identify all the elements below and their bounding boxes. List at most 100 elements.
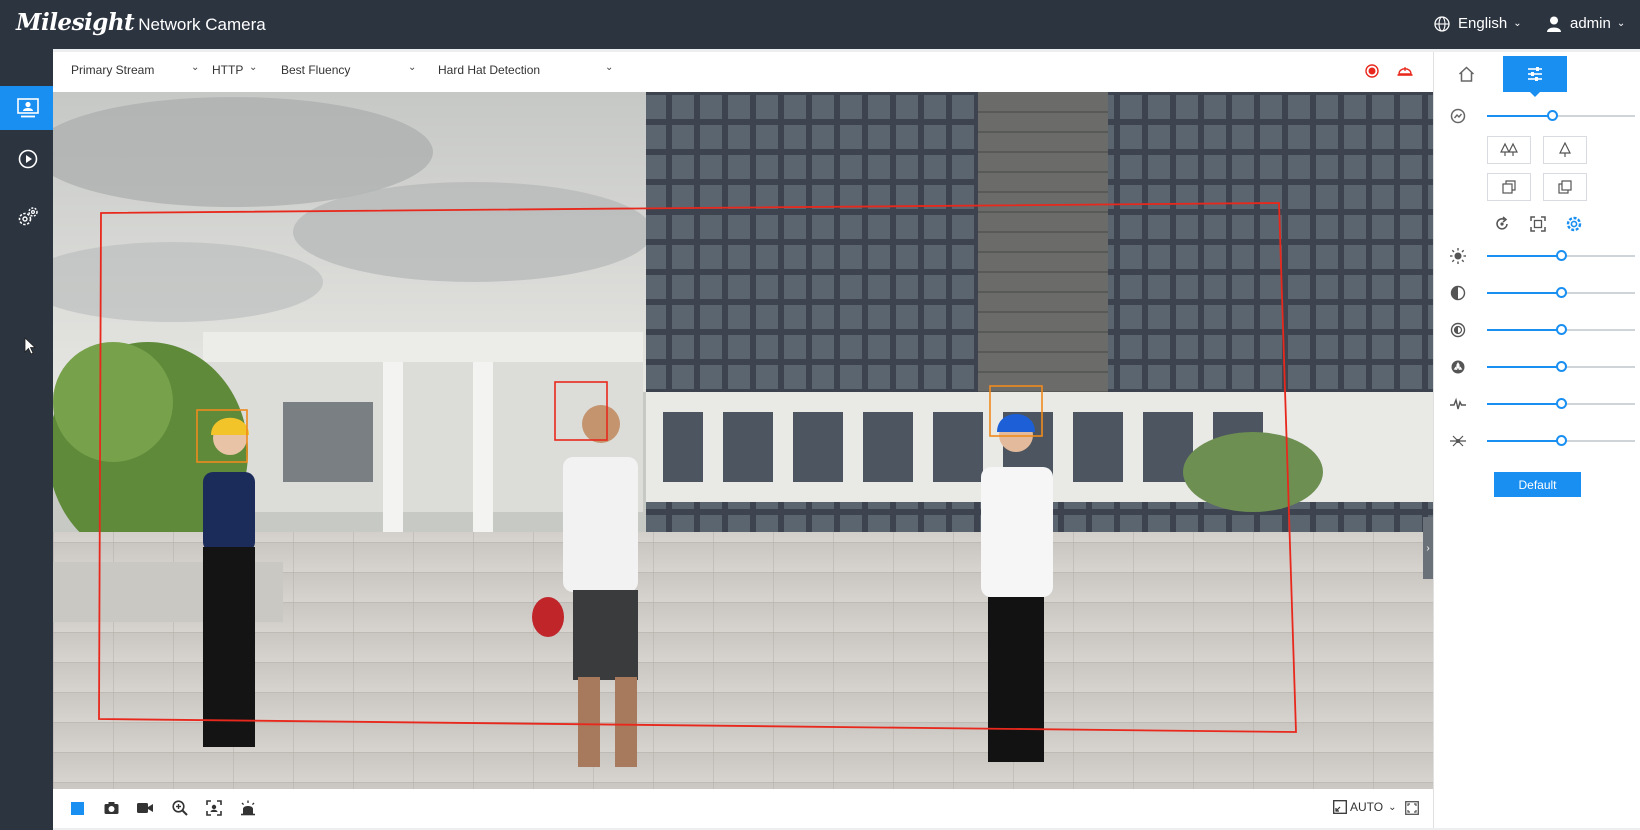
- brand-logo: Milesight: [16, 9, 135, 36]
- detection-select[interactable]: Hard Hat Detection ⌄: [438, 62, 618, 77]
- tab-image-adjust[interactable]: [1503, 56, 1567, 92]
- zoom-slider[interactable]: [1450, 106, 1635, 126]
- trees-wide-icon: [1500, 142, 1518, 156]
- tree-tele-icon: [1559, 142, 1571, 157]
- record-icon[interactable]: [1365, 64, 1379, 78]
- chevron-down-icon: ⌄: [1616, 18, 1626, 29]
- stream-toolbar: Primary Stream ⌄ HTTP ⌄ Best Fluency ⌄ H…: [53, 52, 1433, 92]
- slider-knob[interactable]: [1547, 110, 1558, 121]
- chevron-down-icon: ⌄: [1513, 18, 1522, 29]
- slider-knob[interactable]: [1556, 250, 1567, 261]
- slider-fill: [1487, 329, 1561, 331]
- slider-track: [1487, 110, 1635, 121]
- monitor-icon: [16, 98, 39, 118]
- slider-track: [1487, 361, 1635, 372]
- sidebar: [0, 49, 55, 830]
- slider-track: [1487, 435, 1635, 446]
- zoom-wide-button[interactable]: [1487, 136, 1531, 164]
- home-icon: [1458, 66, 1474, 82]
- user-menu[interactable]: admin ⌄: [1547, 15, 1625, 32]
- focus-far-button[interactable]: [1543, 173, 1587, 201]
- zoom-in-icon[interactable]: [172, 800, 188, 816]
- chevron-down-icon: ⌄: [1388, 801, 1397, 813]
- detection-select-value: Hard Hat Detection: [438, 63, 541, 77]
- sliders-icon: [1528, 67, 1542, 81]
- product-name: Network Camera: [138, 15, 266, 34]
- nav-live-view[interactable]: [0, 86, 55, 130]
- fluency-select[interactable]: Best Fluency ⌄: [281, 62, 421, 77]
- wave-slider[interactable]: [1450, 394, 1635, 414]
- aspect-ratio-icon: [1333, 800, 1347, 814]
- hard-hat-alarm-icon[interactable]: [1397, 63, 1413, 77]
- sharpness-slider[interactable]: [1450, 357, 1635, 377]
- alarm-light-icon[interactable]: [240, 800, 256, 816]
- video-controls: AUTO ⌄: [53, 789, 1433, 828]
- slider-fill: [1487, 255, 1561, 257]
- stop-icon[interactable]: [71, 802, 84, 815]
- one-push-focus-icon[interactable]: [1494, 216, 1510, 232]
- focus-near-button[interactable]: [1487, 173, 1531, 201]
- contrast-icon: [1450, 285, 1466, 301]
- focus-near-icon: [1502, 180, 1516, 194]
- tab-home[interactable]: [1434, 56, 1498, 92]
- top-bar: Milesight Network Camera English ⌄ admin…: [0, 0, 1640, 49]
- sharpness-icon: [1451, 360, 1465, 374]
- live-view-area: Primary Stream ⌄ HTTP ⌄ Best Fluency ⌄ H…: [53, 52, 1433, 828]
- image-settings-panel: Default: [1433, 52, 1640, 828]
- protocol-select[interactable]: HTTP ⌄: [212, 62, 262, 77]
- slider-fill: [1487, 366, 1561, 368]
- noise-slider[interactable]: [1450, 431, 1635, 451]
- zoom-tele-button[interactable]: [1543, 136, 1587, 164]
- slider-fill: [1487, 440, 1561, 442]
- slider-knob[interactable]: [1556, 324, 1567, 335]
- chevron-down-icon: ⌄: [249, 62, 258, 73]
- default-button[interactable]: Default: [1494, 472, 1581, 497]
- camera-frame: [53, 92, 1433, 789]
- brightness-icon: [1450, 248, 1466, 264]
- zoom-icon: [1450, 108, 1466, 124]
- slider-fill: [1487, 403, 1561, 405]
- zoom-mode-select[interactable]: AUTO ⌄: [1333, 800, 1397, 814]
- play-circle-icon: [18, 149, 37, 169]
- mouse-cursor-icon: [24, 337, 36, 355]
- slider-track: [1487, 398, 1635, 409]
- record-video-icon[interactable]: [137, 802, 153, 814]
- stream-select-value: Primary Stream: [71, 63, 155, 77]
- language-label: English: [1458, 15, 1508, 32]
- user-icon: [1547, 16, 1561, 32]
- nav-settings[interactable]: [0, 195, 55, 239]
- slider-knob[interactable]: [1556, 435, 1567, 446]
- brightness-slider[interactable]: [1450, 246, 1635, 266]
- nav-playback[interactable]: [0, 137, 55, 181]
- chevron-down-icon: ⌄: [408, 62, 417, 73]
- zoom-mode-value: AUTO: [1350, 800, 1384, 814]
- user-label: admin: [1570, 15, 1611, 32]
- slider-knob[interactable]: [1556, 287, 1567, 298]
- sharpness-wave-icon: [1450, 397, 1466, 410]
- fullscreen-icon[interactable]: [1405, 801, 1419, 815]
- saturation-icon: [1450, 322, 1466, 338]
- video-feed[interactable]: ›: [53, 92, 1433, 789]
- slider-track: [1487, 250, 1635, 261]
- focus-frame-icon[interactable]: [206, 800, 222, 816]
- language-selector[interactable]: English ⌄: [1434, 15, 1522, 32]
- brand: Milesight Network Camera: [16, 9, 266, 36]
- globe-icon: [1434, 15, 1450, 32]
- noise-reduction-icon: [1450, 435, 1466, 447]
- focus-far-icon: [1558, 180, 1572, 194]
- slider-knob[interactable]: [1556, 398, 1567, 409]
- snapshot-icon[interactable]: [104, 801, 119, 815]
- chevron-down-icon: ⌄: [191, 62, 200, 73]
- gears-icon: [18, 207, 38, 226]
- stream-select[interactable]: Primary Stream ⌄: [71, 62, 201, 77]
- panel-collapse-toggle[interactable]: ›: [1423, 517, 1433, 579]
- auto-focus-icon[interactable]: [1566, 216, 1582, 232]
- slider-track: [1487, 324, 1635, 335]
- lens-init-icon[interactable]: [1530, 216, 1546, 232]
- tab-pointer: [1530, 92, 1540, 97]
- fluency-select-value: Best Fluency: [281, 63, 351, 77]
- protocol-select-value: HTTP: [212, 63, 244, 77]
- saturation-slider[interactable]: [1450, 320, 1635, 340]
- slider-knob[interactable]: [1556, 361, 1567, 372]
- contrast-slider[interactable]: [1450, 283, 1635, 303]
